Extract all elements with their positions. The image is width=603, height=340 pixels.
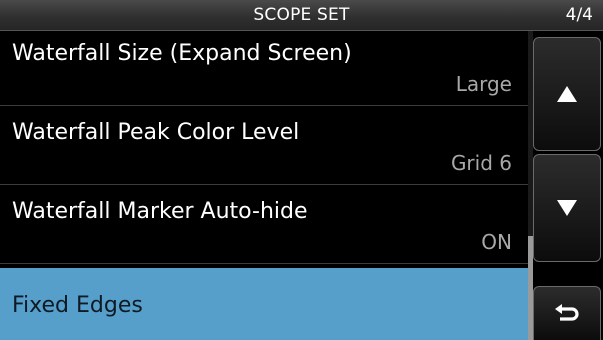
menu-item-label: Waterfall Size (Expand Screen) bbox=[12, 41, 352, 66]
triangle-up-icon bbox=[557, 86, 577, 102]
menu-item-waterfall-peak-color-level[interactable]: Waterfall Peak Color Level Grid 6 bbox=[0, 110, 528, 185]
menu-item-value: ON bbox=[481, 230, 512, 254]
menu-item-label: Waterfall Peak Color Level bbox=[12, 120, 300, 145]
screen-title: SCOPE SET bbox=[253, 5, 350, 25]
scroll-up-button[interactable] bbox=[533, 37, 601, 151]
menu-item-label: Waterfall Marker Auto-hide bbox=[12, 199, 308, 224]
menu-list: Waterfall Size (Expand Screen) Large Wat… bbox=[0, 31, 528, 340]
triangle-down-icon bbox=[557, 200, 577, 216]
page-indicator: 4/4 bbox=[565, 5, 593, 25]
menu-item-value: Grid 6 bbox=[450, 151, 512, 175]
title-bar: SCOPE SET 4/4 bbox=[0, 0, 603, 31]
return-arrow-icon bbox=[554, 303, 580, 325]
menu-item-waterfall-marker-auto-hide[interactable]: Waterfall Marker Auto-hide ON bbox=[0, 189, 528, 264]
menu-item-fixed-edges[interactable]: Fixed Edges bbox=[0, 268, 528, 340]
menu-item-value: Large bbox=[455, 72, 512, 96]
scroll-down-button[interactable] bbox=[533, 154, 601, 262]
back-button[interactable] bbox=[533, 286, 601, 340]
menu-item-waterfall-size[interactable]: Waterfall Size (Expand Screen) Large bbox=[0, 31, 528, 106]
menu-item-label: Fixed Edges bbox=[12, 293, 143, 318]
